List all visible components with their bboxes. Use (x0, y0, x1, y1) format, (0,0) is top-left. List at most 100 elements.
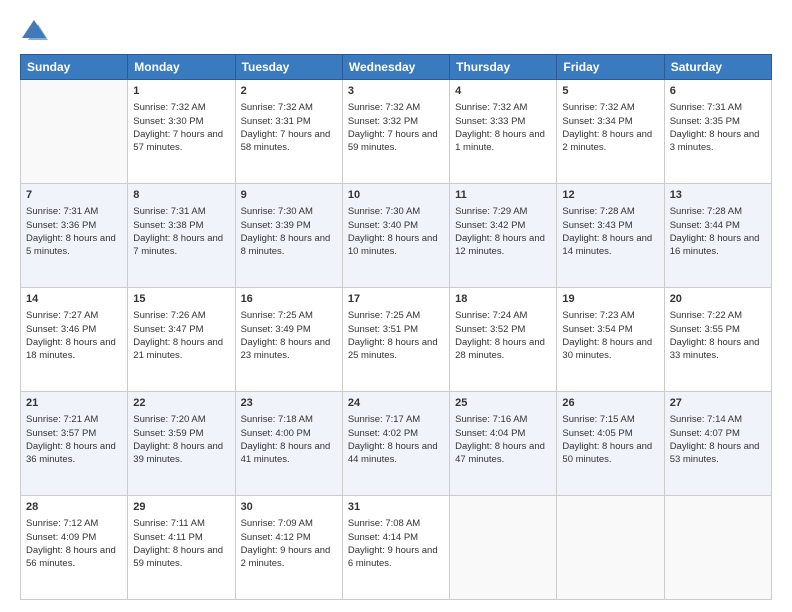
date-number: 9 (241, 188, 337, 203)
calendar-cell (557, 496, 664, 600)
calendar-cell: 26 Sunrise: 7:15 AMSunset: 4:05 PMDayligh… (557, 392, 664, 496)
date-number: 21 (26, 396, 122, 411)
calendar-table: SundayMondayTuesdayWednesdayThursdayFrid… (20, 54, 772, 600)
calendar-cell: 4 Sunrise: 7:32 AMSunset: 3:33 PMDaylight… (450, 80, 557, 184)
cell-info: Sunrise: 7:17 AMSunset: 4:02 PMDaylight:… (348, 414, 438, 465)
calendar-cell: 23 Sunrise: 7:18 AMSunset: 4:00 PMDayligh… (235, 392, 342, 496)
date-number: 29 (133, 500, 229, 515)
cell-info: Sunrise: 7:32 AMSunset: 3:32 PMDaylight:… (348, 102, 438, 153)
date-number: 13 (670, 188, 766, 203)
calendar-header-row: SundayMondayTuesdayWednesdayThursdayFrid… (21, 55, 772, 80)
cell-info: Sunrise: 7:09 AMSunset: 4:12 PMDaylight:… (241, 518, 331, 569)
calendar-cell: 27Sunrise: 7:14 AMSunset: 4:07 PMDayligh… (664, 392, 771, 496)
day-header-saturday: Saturday (664, 55, 771, 80)
logo (20, 16, 52, 44)
day-header-tuesday: Tuesday (235, 55, 342, 80)
calendar-cell: 20Sunrise: 7:22 AMSunset: 3:55 PMDayligh… (664, 288, 771, 392)
date-number: 26 (562, 396, 658, 411)
date-number: 1 (133, 84, 229, 99)
calendar-cell: 22Sunrise: 7:20 AMSunset: 3:59 PMDayligh… (128, 392, 235, 496)
calendar-week-row: 14 Sunrise: 7:27 AMSunset: 3:46 PMDayligh… (21, 288, 772, 392)
cell-info: Sunrise: 7:30 AMSunset: 3:39 PMDaylight:… (241, 206, 331, 257)
calendar-cell: 24Sunrise: 7:17 AMSunset: 4:02 PMDayligh… (342, 392, 449, 496)
date-number: 5 (562, 84, 658, 99)
date-number: 25 (455, 396, 551, 411)
date-number: 16 (241, 292, 337, 307)
date-number: 3 (348, 84, 444, 99)
cell-info: Sunrise: 7:23 AMSunset: 3:54 PMDaylight:… (562, 310, 652, 361)
calendar-cell (450, 496, 557, 600)
day-header-sunday: Sunday (21, 55, 128, 80)
calendar-cell: 29 Sunrise: 7:11 AMSunset: 4:11 PMDayligh… (128, 496, 235, 600)
date-number: 6 (670, 84, 766, 99)
calendar-cell: 9 Sunrise: 7:30 AMSunset: 3:39 PMDaylight… (235, 184, 342, 288)
calendar-cell (21, 80, 128, 184)
date-number: 30 (241, 500, 337, 515)
calendar-cell: 10 Sunrise: 7:30 AMSunset: 3:40 PMDayligh… (342, 184, 449, 288)
date-number: 31 (348, 500, 444, 515)
cell-info: Sunrise: 7:30 AMSunset: 3:40 PMDaylight:… (348, 206, 438, 257)
cell-info: Sunrise: 7:27 AMSunset: 3:46 PMDaylight:… (26, 310, 116, 361)
calendar-cell: 18 Sunrise: 7:24 AMSunset: 3:52 PMDayligh… (450, 288, 557, 392)
date-number: 4 (455, 84, 551, 99)
day-header-friday: Friday (557, 55, 664, 80)
date-number: 14 (26, 292, 122, 307)
calendar-cell: 16 Sunrise: 7:25 AMSunset: 3:49 PMDayligh… (235, 288, 342, 392)
cell-info: Sunrise: 7:25 AMSunset: 3:49 PMDaylight:… (241, 310, 331, 361)
date-number: 2 (241, 84, 337, 99)
cell-info: Sunrise: 7:26 AMSunset: 3:47 PMDaylight:… (133, 310, 223, 361)
date-number: 11 (455, 188, 551, 203)
calendar-cell: 12Sunrise: 7:28 AMSunset: 3:43 PMDayligh… (557, 184, 664, 288)
calendar-week-row: 21 Sunrise: 7:21 AMSunset: 3:57 PMDayligh… (21, 392, 772, 496)
cell-info: Sunrise: 7:08 AMSunset: 4:14 PMDaylight:… (348, 518, 438, 569)
calendar-cell: 3 Sunrise: 7:32 AMSunset: 3:32 PMDaylight… (342, 80, 449, 184)
calendar-cell: 30 Sunrise: 7:09 AMSunset: 4:12 PMDayligh… (235, 496, 342, 600)
calendar-cell: 2 Sunrise: 7:32 AMSunset: 3:31 PMDaylight… (235, 80, 342, 184)
cell-info: Sunrise: 7:31 AMSunset: 3:35 PMDaylight:… (670, 102, 760, 153)
calendar-week-row: 1Sunrise: 7:32 AMSunset: 3:30 PMDaylight… (21, 80, 772, 184)
cell-info: Sunrise: 7:29 AMSunset: 3:42 PMDaylight:… (455, 206, 545, 257)
calendar-cell: 25Sunrise: 7:16 AMSunset: 4:04 PMDayligh… (450, 392, 557, 496)
date-number: 22 (133, 396, 229, 411)
calendar-cell: 11 Sunrise: 7:29 AMSunset: 3:42 PMDayligh… (450, 184, 557, 288)
calendar-cell: 17Sunrise: 7:25 AMSunset: 3:51 PMDayligh… (342, 288, 449, 392)
calendar-cell (664, 496, 771, 600)
date-number: 18 (455, 292, 551, 307)
cell-info: Sunrise: 7:32 AMSunset: 3:31 PMDaylight:… (241, 102, 331, 153)
date-number: 8 (133, 188, 229, 203)
date-number: 17 (348, 292, 444, 307)
cell-info: Sunrise: 7:32 AMSunset: 3:34 PMDaylight:… (562, 102, 652, 153)
calendar-cell: 19 Sunrise: 7:23 AMSunset: 3:54 PMDayligh… (557, 288, 664, 392)
calendar-cell: 13Sunrise: 7:28 AMSunset: 3:44 PMDayligh… (664, 184, 771, 288)
day-header-monday: Monday (128, 55, 235, 80)
cell-info: Sunrise: 7:12 AMSunset: 4:09 PMDaylight:… (26, 518, 116, 569)
day-header-thursday: Thursday (450, 55, 557, 80)
date-number: 10 (348, 188, 444, 203)
cell-info: Sunrise: 7:32 AMSunset: 3:33 PMDaylight:… (455, 102, 545, 153)
calendar-cell: 5 Sunrise: 7:32 AMSunset: 3:34 PMDaylight… (557, 80, 664, 184)
date-number: 23 (241, 396, 337, 411)
calendar-week-row: 7Sunrise: 7:31 AMSunset: 3:36 PMDaylight… (21, 184, 772, 288)
calendar-cell: 14 Sunrise: 7:27 AMSunset: 3:46 PMDayligh… (21, 288, 128, 392)
calendar-cell: 6 Sunrise: 7:31 AMSunset: 3:35 PMDaylight… (664, 80, 771, 184)
calendar-cell: 21 Sunrise: 7:21 AMSunset: 3:57 PMDayligh… (21, 392, 128, 496)
cell-info: Sunrise: 7:18 AMSunset: 4:00 PMDaylight:… (241, 414, 331, 465)
cell-info: Sunrise: 7:15 AMSunset: 4:05 PMDaylight:… (562, 414, 652, 465)
cell-info: Sunrise: 7:24 AMSunset: 3:52 PMDaylight:… (455, 310, 545, 361)
header (20, 16, 772, 44)
cell-info: Sunrise: 7:22 AMSunset: 3:55 PMDaylight:… (670, 310, 760, 361)
calendar-cell: 31 Sunrise: 7:08 AMSunset: 4:14 PMDayligh… (342, 496, 449, 600)
date-number: 28 (26, 500, 122, 515)
cell-info: Sunrise: 7:21 AMSunset: 3:57 PMDaylight:… (26, 414, 116, 465)
calendar-cell: 28 Sunrise: 7:12 AMSunset: 4:09 PMDayligh… (21, 496, 128, 600)
calendar-cell: 7Sunrise: 7:31 AMSunset: 3:36 PMDaylight… (21, 184, 128, 288)
cell-info: Sunrise: 7:11 AMSunset: 4:11 PMDaylight:… (133, 518, 223, 569)
page: SundayMondayTuesdayWednesdayThursdayFrid… (0, 0, 792, 612)
calendar-cell: 15 Sunrise: 7:26 AMSunset: 3:47 PMDayligh… (128, 288, 235, 392)
day-header-wednesday: Wednesday (342, 55, 449, 80)
logo-icon (20, 16, 48, 44)
cell-info: Sunrise: 7:28 AMSunset: 3:43 PMDaylight:… (562, 206, 652, 257)
date-number: 27 (670, 396, 766, 411)
date-number: 15 (133, 292, 229, 307)
date-number: 19 (562, 292, 658, 307)
